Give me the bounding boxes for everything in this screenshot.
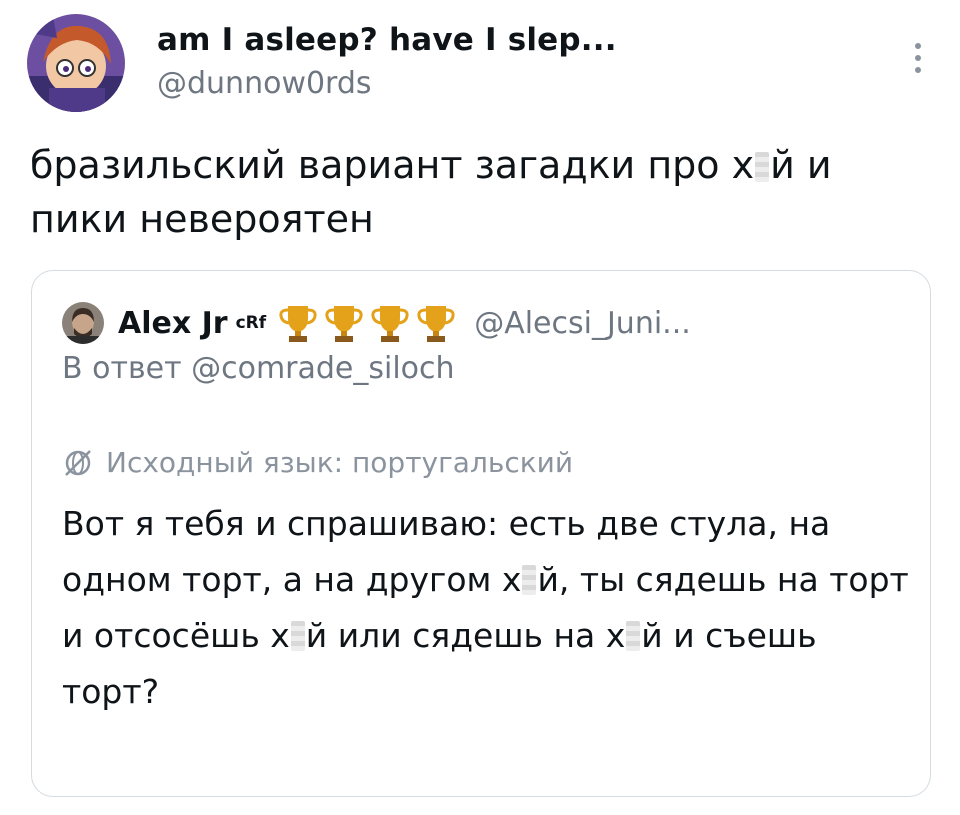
tweet-text: бразильский вариант загадки про хй и пик… [30,138,940,246]
quoted-avatar[interactable] [62,302,104,344]
quoted-name-superscript: cRf [235,313,267,333]
translation-label: Исходный язык: португальский [106,446,574,479]
censor-blur [626,621,641,651]
quoted-tweet-card[interactable]: Alex Jr cRf @Alecsi_Juni... В ответ @com… [31,270,931,797]
globe-translate-icon [65,449,91,476]
quoted-tweet-header: Alex Jr cRf @Alecsi_Juni... [62,301,691,345]
avatar[interactable] [27,14,125,112]
trophy-icon [371,306,409,342]
display-name[interactable]: am I asleep? have I slep... [157,22,617,58]
trophy-icon [417,306,455,342]
trophy-icon [325,306,363,342]
quoted-tweet-text: Вот я тебя и спрашиваю: есть две стула, … [62,496,912,720]
user-handle[interactable]: @dunnow0rds [157,66,617,101]
more-vertical-icon[interactable] [913,40,923,80]
reply-to-line[interactable]: В ответ @comrade_siloch [62,351,455,386]
quoted-display-name[interactable]: Alex Jr [118,306,228,341]
trophy-icon [279,306,317,342]
censor-blur [755,152,770,182]
censor-blur [522,565,537,595]
quoted-text-part: й или сядешь на х [305,616,626,655]
tweet-text-part: бразильский вариант загадки про х [30,143,755,187]
translation-indicator[interactable]: Исходный язык: португальский [62,446,573,479]
tweet-header: am I asleep? have I slep... @dunnow0rds [27,14,937,114]
censor-blur [290,621,305,651]
quoted-user-handle[interactable]: @Alecsi_Juni... [474,306,691,341]
